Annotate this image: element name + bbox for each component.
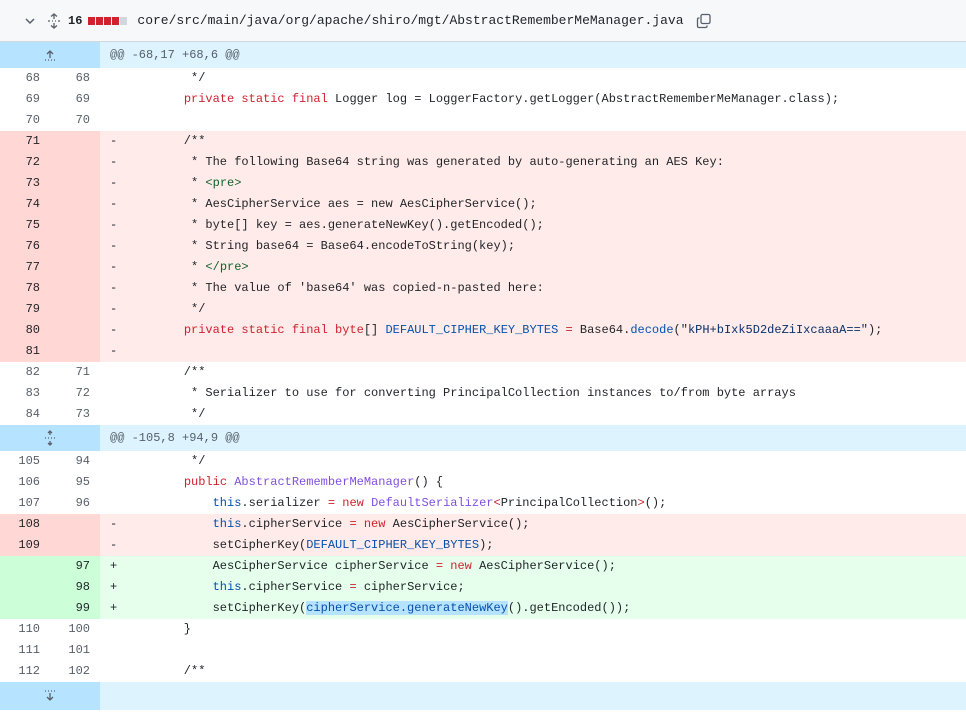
expand-up-icon[interactable] (0, 42, 100, 68)
code-line: */ (155, 454, 206, 468)
code-line: public AbstractRememberMeManager() { (183, 475, 444, 489)
diffstat-bar (88, 16, 128, 25)
diff-line-added: 97 + AesCipherService cipherService = new… (0, 556, 966, 577)
diff-line: 112 102 /** (0, 661, 966, 682)
code-line: private static final Logger log = Logger… (183, 92, 840, 106)
diff-line-deleted: 80- private static final byte[] DEFAULT_… (0, 320, 966, 341)
diff-line: 84 73 */ (0, 404, 966, 425)
code-line: */ (155, 407, 206, 421)
code-line: * AesCipherService aes = new AesCipherSe… (155, 194, 966, 215)
diff-line: 70 70 (0, 110, 966, 131)
code-line: * String base64 = Base64.encodeToString(… (155, 236, 966, 257)
selected-text: cipherService.generateNewKey (306, 601, 508, 615)
chevron-down-icon[interactable] (22, 13, 38, 29)
diff-line: 105 94 */ (0, 451, 966, 472)
diff-line-deleted: 79- */ (0, 299, 966, 320)
code-line: this.serializer = new DefaultSerializer<… (212, 496, 667, 510)
code-line: setCipherKey(DEFAULT_CIPHER_KEY_BYTES); (155, 535, 966, 556)
diff-table: @@ -68,17 +68,6 @@ 68 68 */ 69 69 private … (0, 42, 966, 710)
diff-line: 107 96 this.serializer = new DefaultSeria… (0, 493, 966, 514)
code-line: /** (155, 131, 966, 152)
diff-line: 110 100 } (0, 619, 966, 640)
diff-line-deleted: 76- * String base64 = Base64.encodeToStr… (0, 236, 966, 257)
diff-line: 68 68 */ (0, 68, 966, 89)
code-line: */ (155, 71, 206, 85)
file-header: 16 core/src/main/java/org/apache/shiro/m… (0, 0, 966, 42)
diff-line: 83 72 * Serializer to use for converting … (0, 383, 966, 404)
diff-line-deleted: 81- (0, 341, 966, 362)
unfold-icon[interactable] (46, 12, 62, 29)
hunk-header: @@ -68,17 +68,6 @@ (0, 42, 966, 68)
code-line: * The following Base64 string was genera… (155, 152, 966, 173)
copy-icon[interactable] (696, 13, 712, 29)
hunk-header-text: @@ -68,17 +68,6 @@ (110, 48, 240, 62)
expand-both-icon[interactable] (0, 425, 100, 451)
diff-line-deleted: 75- * byte[] key = aes.generateNewKey().… (0, 215, 966, 236)
diff-line-deleted: 73- * <pre> (0, 173, 966, 194)
diff-line-added: 98 + this.cipherService = cipherService; (0, 577, 966, 598)
diff-line-deleted: 72- * The following Base64 string was ge… (0, 152, 966, 173)
code-line: private static final byte[] DEFAULT_CIPH… (155, 320, 966, 341)
diff-line-deleted: 77- * </pre> (0, 257, 966, 278)
hunk-header: @@ -105,8 +94,9 @@ (0, 425, 966, 451)
expand-down-icon[interactable] (0, 682, 100, 710)
file-path[interactable]: core/src/main/java/org/apache/shiro/mgt/… (137, 13, 683, 28)
code-line: * </pre> (155, 257, 966, 278)
code-line: this.cipherService = new AesCipherServic… (155, 514, 966, 535)
code-line: setCipherKey(cipherService.generateNewKe… (155, 598, 966, 619)
diff-line-deleted: 74- * AesCipherService aes = new AesCiph… (0, 194, 966, 215)
expand-footer (0, 682, 966, 710)
change-count: 16 (68, 13, 83, 28)
diff-line: 111 101 (0, 640, 966, 661)
diff-line-deleted: 108- this.cipherService = new AesCipherS… (0, 514, 966, 535)
code-line: /** (155, 365, 206, 379)
code-line: } (155, 622, 192, 636)
code-line: * Serializer to use for converting Princ… (155, 386, 796, 400)
hunk-header-text: @@ -105,8 +94,9 @@ (110, 431, 240, 445)
code-line: * The value of 'base64' was copied-n-pas… (155, 278, 966, 299)
diff-line-added: 99 + setCipherKey(cipherService.generateN… (0, 598, 966, 619)
diff-line: 82 71 /** (0, 362, 966, 383)
code-line: AesCipherService cipherService = new Aes… (155, 556, 966, 577)
code-line: this.cipherService = cipherService; (155, 577, 966, 598)
code-line: * byte[] key = aes.generateNewKey().getE… (155, 215, 966, 236)
code-line: */ (155, 299, 966, 320)
code-line: /** (155, 664, 206, 678)
diff-line: 106 95 public AbstractRememberMeManager()… (0, 472, 966, 493)
diff-line-deleted: 78- * The value of 'base64' was copied-n… (0, 278, 966, 299)
diff-line-deleted: 109- setCipherKey(DEFAULT_CIPHER_KEY_BYT… (0, 535, 966, 556)
code-line: * <pre> (155, 173, 966, 194)
diff-line-deleted: 71- /** (0, 131, 966, 152)
diff-line: 69 69 private static final Logger log = L… (0, 89, 966, 110)
code-line (155, 341, 966, 362)
